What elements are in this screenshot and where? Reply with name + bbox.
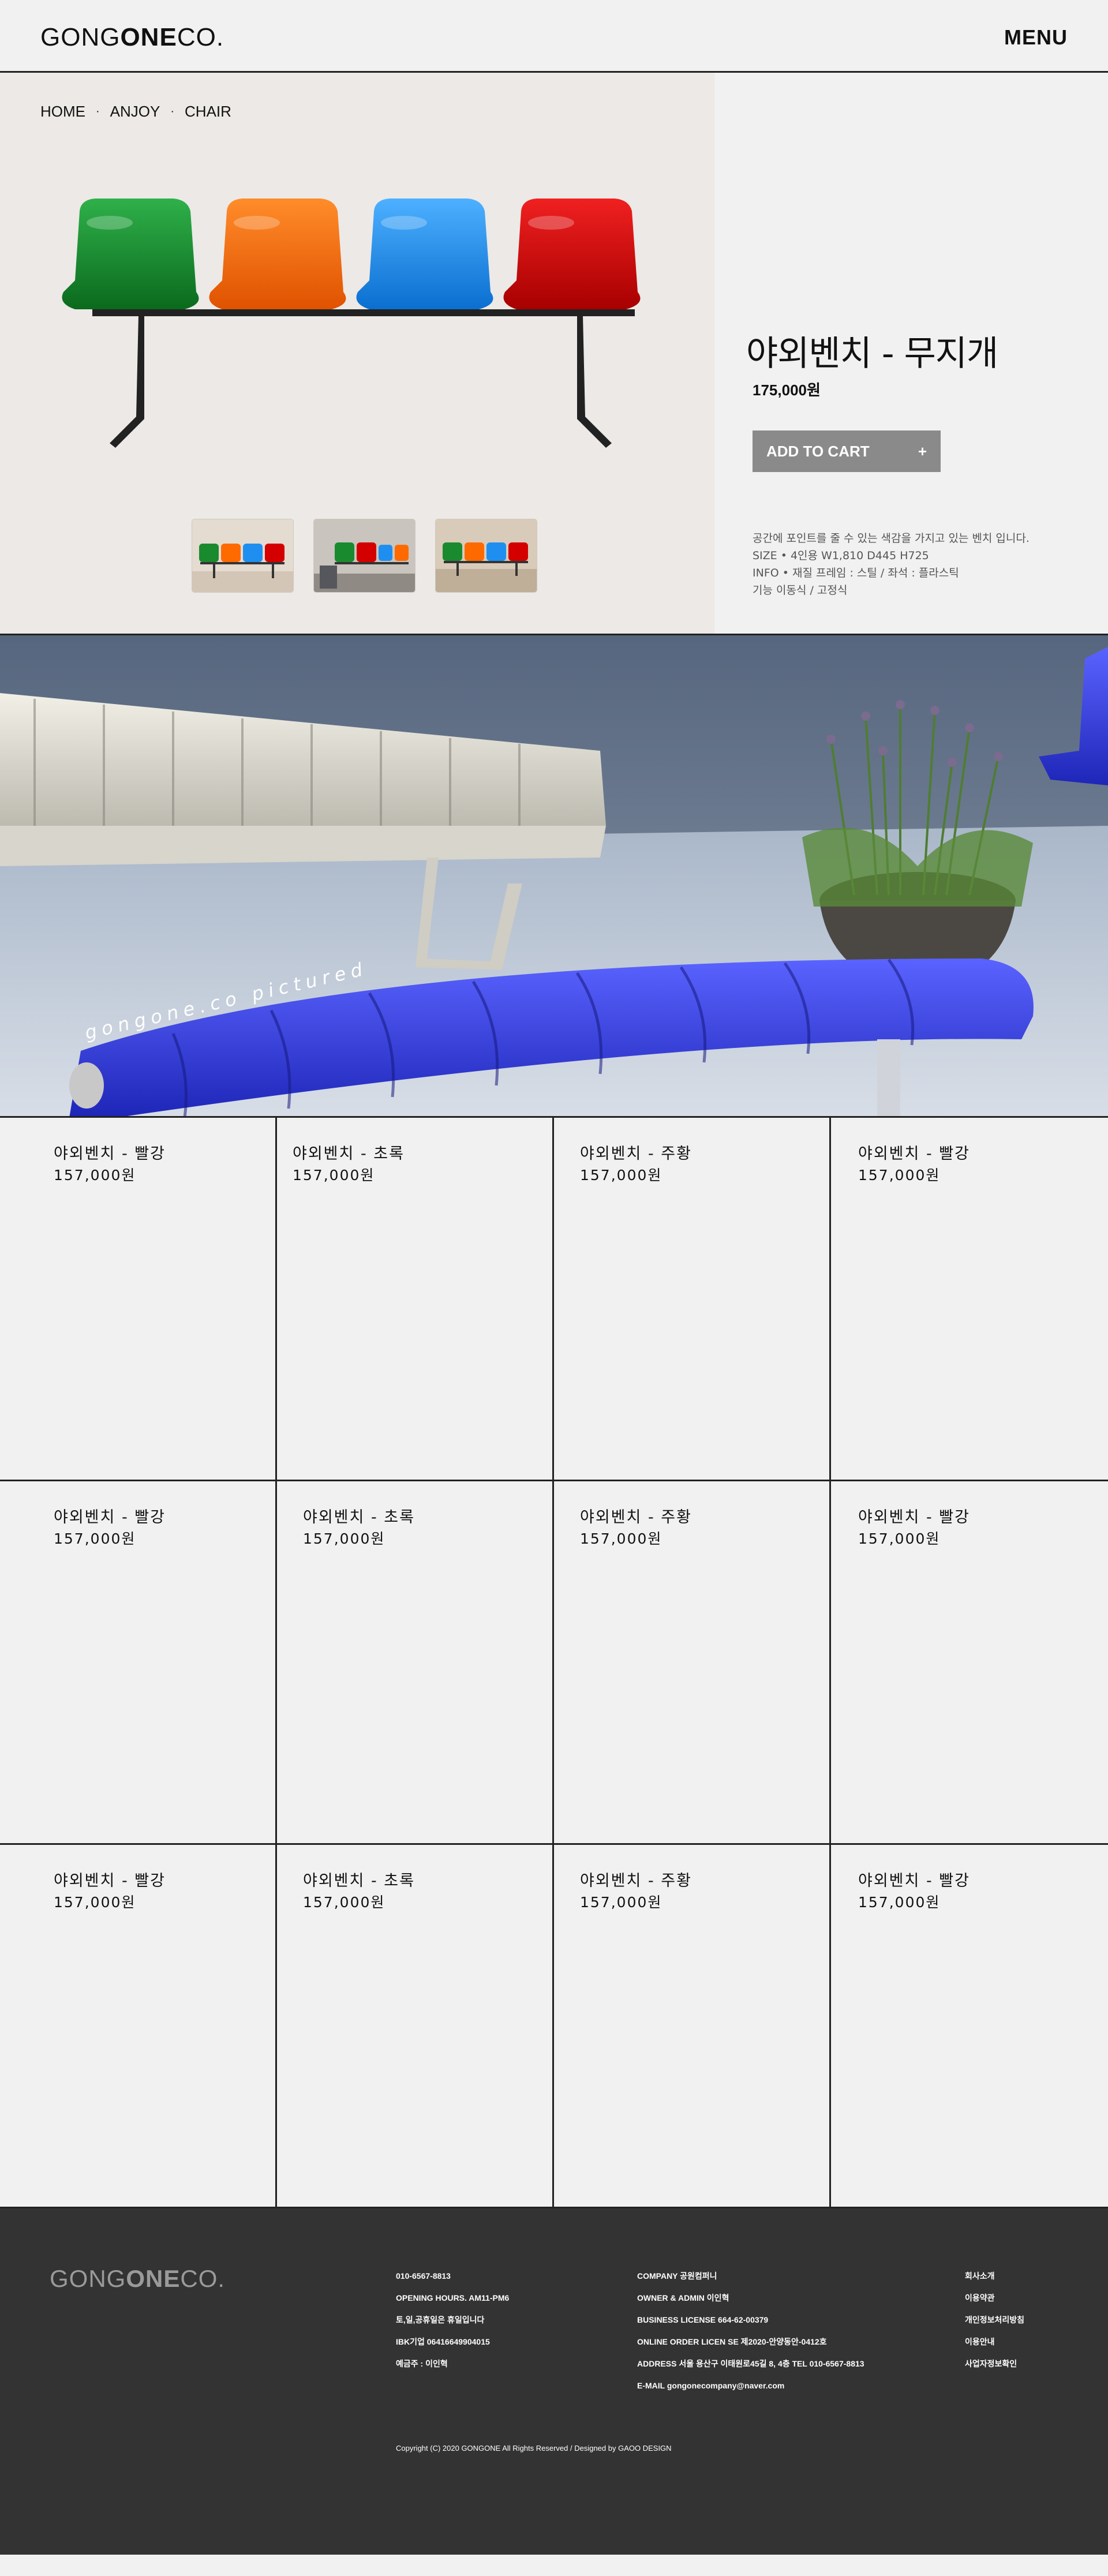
- product-card-name: 야외벤치 - 빨강: [54, 1872, 166, 1890]
- thumbnail-1[interactable]: [192, 519, 293, 592]
- product-card[interactable]: 야외벤치 - 초록 157,000원: [277, 1118, 554, 1481]
- product-card-name: 야외벤치 - 빨강: [54, 1508, 166, 1526]
- footer-holiday: 토,일,공휴일은 휴일입니다: [396, 2315, 485, 2324]
- product-card-price: 157,000원: [54, 1894, 136, 1911]
- breadcrumb-anjoy[interactable]: ANJOY: [110, 103, 160, 121]
- footer-contact: 010-6567-8813 OPENING HOURS. AM11-PM6 토,…: [396, 2265, 509, 2375]
- thumbnail-2[interactable]: [314, 519, 415, 592]
- breadcrumb-separator: ·: [96, 105, 100, 118]
- footer-owner: OWNER & ADMIN 이인혁: [637, 2293, 729, 2302]
- footer-logo-text-2: CO.: [180, 2265, 226, 2292]
- product-card-name: 야외벤치 - 빨강: [858, 1872, 970, 1890]
- product-info: 야외벤치 - 무지개 175,000원 ADD TO CART + 공간에 포인…: [714, 73, 1108, 634]
- banner-photo: gongone.co pictured: [0, 635, 1108, 1116]
- breadcrumb-chair[interactable]: CHAIR: [185, 103, 231, 121]
- product-card-name: 야외벤치 - 초록: [293, 1145, 405, 1163]
- product-card-name: 야외벤치 - 빨강: [858, 1145, 970, 1163]
- product-card[interactable]: 야외벤치 - 빨강 157,000원: [831, 1481, 1108, 1845]
- thumbnail-strip: [192, 519, 537, 592]
- lifestyle-banner: gongone.co pictured: [0, 635, 1108, 1118]
- product-card-price: 157,000원: [54, 1530, 136, 1547]
- brand-logo[interactable]: GONGONECO.: [40, 23, 224, 52]
- footer-link-privacy[interactable]: 개인정보처리방침: [965, 2309, 1024, 2331]
- product-card[interactable]: 야외벤치 - 빨강 157,000원: [831, 1118, 1108, 1481]
- footer-license: BUSINESS LICENSE 664-62-00379: [637, 2315, 769, 2324]
- footer-address: ADDRESS 서울 용산구 이태원로45길 8, 4층 TEL 010-656…: [637, 2359, 864, 2368]
- product-card[interactable]: 야외벤치 - 빨강 157,000원: [0, 1845, 277, 2208]
- product-card[interactable]: 야외벤치 - 빨강 157,000원: [0, 1118, 277, 1481]
- footer-links: 회사소개 이용약관 개인정보처리방침 이용안내 사업자정보확인: [965, 2265, 1024, 2375]
- page-bottom: [0, 2555, 1108, 2576]
- product-card-name: 야외벤치 - 주황: [580, 1872, 692, 1890]
- breadcrumb: HOME · ANJOY · CHAIR: [40, 103, 231, 121]
- footer-link-guide[interactable]: 이용안내: [965, 2331, 1024, 2353]
- product-card-price: 157,000원: [858, 1167, 941, 1184]
- product-card-price: 157,000원: [858, 1530, 941, 1547]
- product-card[interactable]: 야외벤치 - 주황 157,000원: [554, 1845, 831, 2208]
- footer-phone: 010-6567-8813: [396, 2271, 451, 2281]
- footer-link-terms[interactable]: 이용약관: [965, 2287, 1024, 2309]
- product-grid: 야외벤치 - 빨강 157,000원 야외벤치 - 초록 157,000원 야외벤치 -…: [0, 1118, 1108, 2208]
- product-card[interactable]: 야외벤치 - 초록 157,000원: [277, 1481, 554, 1845]
- footer-logo-text-bold: ONE: [126, 2265, 181, 2292]
- product-gallery: HOME · ANJOY · CHAIR: [0, 73, 714, 634]
- product-card-name: 야외벤치 - 빨강: [858, 1508, 970, 1526]
- plus-icon: +: [918, 442, 927, 460]
- footer-logo[interactable]: GONGONECO.: [50, 2265, 225, 2293]
- product-card-name: 야외벤치 - 초록: [303, 1872, 415, 1890]
- logo-text-1: GONG: [40, 23, 121, 51]
- product-card-name: 야외벤치 - 빨강: [54, 1145, 166, 1163]
- description-info: INFO • 재질 프레임 : 스틸 / 좌석 : 플라스틱: [753, 567, 959, 579]
- product-title: 야외벤치 - 무지개: [746, 334, 998, 374]
- description-line: 공간에 포인트를 줄 수 있는 색감을 가지고 있는 벤치 입니다.: [753, 532, 1030, 545]
- product-card-price: 157,000원: [580, 1894, 662, 1911]
- footer-online-license: ONLINE ORDER LICEN SE 제2020-안양동안-0412호: [637, 2337, 827, 2346]
- product-card-price: 157,000원: [580, 1530, 662, 1547]
- product-card-price: 157,000원: [858, 1894, 941, 1911]
- logo-text-2: CO.: [177, 23, 224, 51]
- footer-logo-text-1: GONG: [50, 2265, 126, 2292]
- breadcrumb-separator: ·: [170, 105, 175, 118]
- footer-holder: 예금주 : 이인혁: [396, 2359, 448, 2368]
- product-card[interactable]: 야외벤치 - 빨강 157,000원: [831, 1845, 1108, 2208]
- product-price: 175,000원: [753, 381, 821, 399]
- footer-email[interactable]: E-MAIL gongonecompany@naver.com: [637, 2375, 864, 2397]
- add-to-cart-label: ADD TO CART: [766, 442, 870, 460]
- product-card-name: 야외벤치 - 초록: [303, 1508, 415, 1526]
- site-header: GONGONECO. MENU: [0, 0, 1108, 73]
- product-card-price: 157,000원: [303, 1530, 385, 1547]
- copyright: Copyright (C) 2020 GONGONE All Rights Re…: [396, 2444, 672, 2453]
- description-function: 기능 이동식 / 고정식: [753, 584, 848, 597]
- add-to-cart-button[interactable]: ADD TO CART +: [753, 430, 941, 472]
- menu-button[interactable]: MENU: [1004, 25, 1068, 50]
- footer-company-name: COMPANY 공원컴퍼니: [637, 2271, 717, 2281]
- product-card[interactable]: 야외벤치 - 초록 157,000원: [277, 1845, 554, 2208]
- product-card-name: 야외벤치 - 주황: [580, 1145, 692, 1163]
- breadcrumb-home[interactable]: HOME: [40, 103, 85, 121]
- product-card-price: 157,000원: [293, 1167, 375, 1184]
- description-size: SIZE • 4인용 W1,810 D445 H725: [753, 549, 929, 562]
- product-card-name: 야외벤치 - 주황: [580, 1508, 692, 1526]
- site-footer: GONGONECO. 010-6567-8813 OPENING HOURS. …: [0, 2208, 1108, 2555]
- logo-text-bold: ONE: [120, 23, 177, 51]
- product-card-price: 157,000원: [54, 1167, 136, 1184]
- product-card[interactable]: 야외벤치 - 주황 157,000원: [554, 1481, 831, 1845]
- product-card-price: 157,000원: [580, 1167, 662, 1184]
- product-section: HOME · ANJOY · CHAIR 야외벤치 - 무지개 175,000원…: [0, 73, 1108, 635]
- footer-company: COMPANY 공원컴퍼니 OWNER & ADMIN 이인혁 BUSINESS…: [637, 2265, 864, 2397]
- footer-hours: OPENING HOURS. AM11-PM6: [396, 2293, 510, 2302]
- product-card-price: 157,000원: [303, 1894, 385, 1911]
- thumbnail-3[interactable]: [436, 519, 537, 592]
- footer-bank: IBK기업 06416649904015: [396, 2337, 490, 2346]
- product-card[interactable]: 야외벤치 - 주황 157,000원: [554, 1118, 831, 1481]
- product-description: 공간에 포인트를 줄 수 있는 색감을 가지고 있는 벤치 입니다. SIZE …: [753, 530, 1030, 599]
- footer-link-business-info[interactable]: 사업자정보확인: [965, 2353, 1024, 2375]
- product-main-image: [62, 199, 641, 448]
- footer-link-about[interactable]: 회사소개: [965, 2265, 1024, 2287]
- product-card[interactable]: 야외벤치 - 빨강 157,000원: [0, 1481, 277, 1845]
